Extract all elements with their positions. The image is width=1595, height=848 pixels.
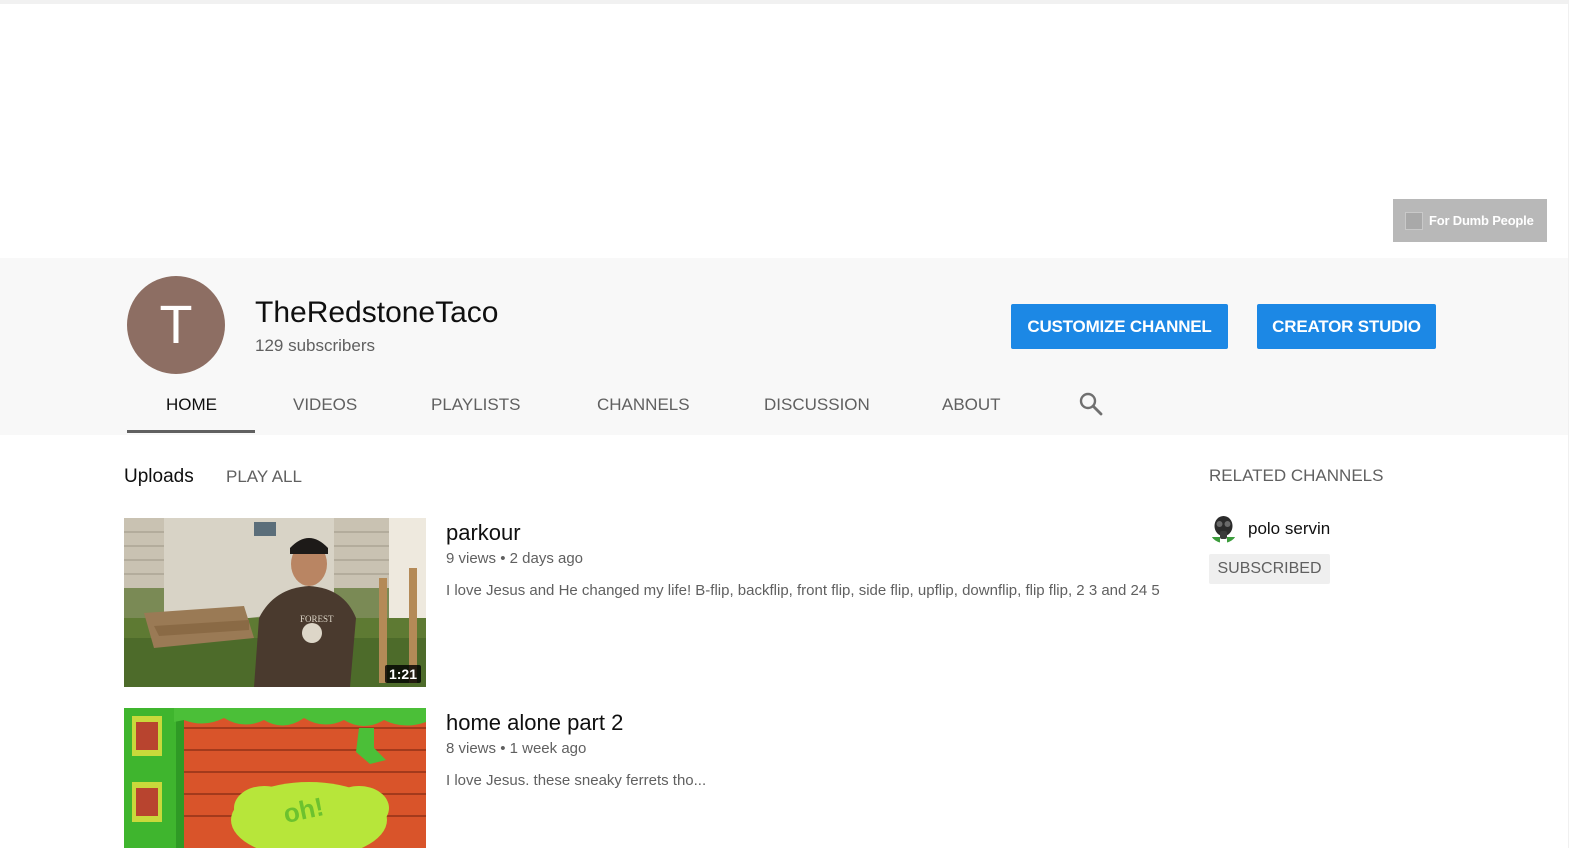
- gas-mask-icon: [1209, 514, 1238, 543]
- meta-separator: •: [500, 550, 510, 567]
- creator-studio-button[interactable]: CREATOR STUDIO: [1257, 304, 1436, 349]
- svg-text:FOREST: FOREST: [300, 614, 334, 624]
- video-thumbnail-image: FOREST: [124, 518, 426, 687]
- tab-playlists[interactable]: PLAYLISTS: [431, 395, 520, 415]
- tab-about[interactable]: ABOUT: [942, 395, 1001, 415]
- video-title[interactable]: parkour: [446, 520, 521, 546]
- search-icon[interactable]: [1078, 391, 1104, 417]
- video-description: I love Jesus. these sneaky ferrets tho..…: [446, 772, 707, 789]
- video-views: 8 views: [446, 740, 497, 757]
- play-all-button[interactable]: PLAY ALL: [226, 467, 302, 487]
- video-views: 9 views: [446, 550, 497, 567]
- uploads-heading: Uploads: [124, 466, 194, 487]
- related-channel-name[interactable]: polo servin: [1248, 519, 1330, 539]
- video-item: oh! home alone part 2 8 views • 1 week a…: [124, 708, 1184, 848]
- video-thumbnail[interactable]: oh!: [124, 708, 426, 848]
- video-title[interactable]: home alone part 2: [446, 710, 623, 736]
- video-meta: 8 views • 1 week ago: [446, 740, 586, 757]
- banner-link-button[interactable]: For Dumb People: [1393, 199, 1547, 242]
- channel-banner: For Dumb People: [0, 4, 1568, 258]
- page-scrollbar[interactable]: [1568, 0, 1595, 848]
- video-duration: 1:21: [384, 665, 421, 683]
- tab-discussion[interactable]: DISCUSSION: [764, 395, 870, 415]
- related-channel-avatar[interactable]: [1209, 514, 1238, 543]
- video-thumbnail-image: oh!: [124, 708, 426, 848]
- channel-name: TheRedstoneTaco: [255, 296, 499, 329]
- active-tab-indicator: [127, 430, 255, 433]
- customize-channel-button[interactable]: CUSTOMIZE CHANNEL: [1011, 304, 1228, 349]
- related-channels-heading: RELATED CHANNELS: [1209, 466, 1384, 485]
- tab-videos[interactable]: VIDEOS: [293, 395, 357, 415]
- link-favicon-icon: [1405, 211, 1423, 230]
- video-description: I love Jesus and He changed my life! B-f…: [446, 582, 1160, 599]
- video-age: 1 week ago: [509, 740, 587, 757]
- banner-link-label: For Dumb People: [1429, 213, 1534, 228]
- tab-channels[interactable]: CHANNELS: [597, 395, 690, 415]
- subscriber-count: 129 subscribers: [255, 336, 376, 355]
- video-item: FOREST 1:21 parkour 9 views • 2 days ago…: [124, 518, 1184, 687]
- channel-avatar[interactable]: T: [127, 276, 225, 374]
- video-age: 2 days ago: [509, 550, 584, 567]
- tab-home[interactable]: HOME: [166, 395, 217, 415]
- meta-separator: •: [500, 740, 510, 757]
- channel-header: T TheRedstoneTaco 129 subscribers CUSTOM…: [0, 258, 1568, 435]
- video-meta: 9 views • 2 days ago: [446, 550, 583, 567]
- subscribed-button[interactable]: SUBSCRIBED: [1209, 554, 1330, 584]
- video-thumbnail[interactable]: FOREST 1:21: [124, 518, 426, 687]
